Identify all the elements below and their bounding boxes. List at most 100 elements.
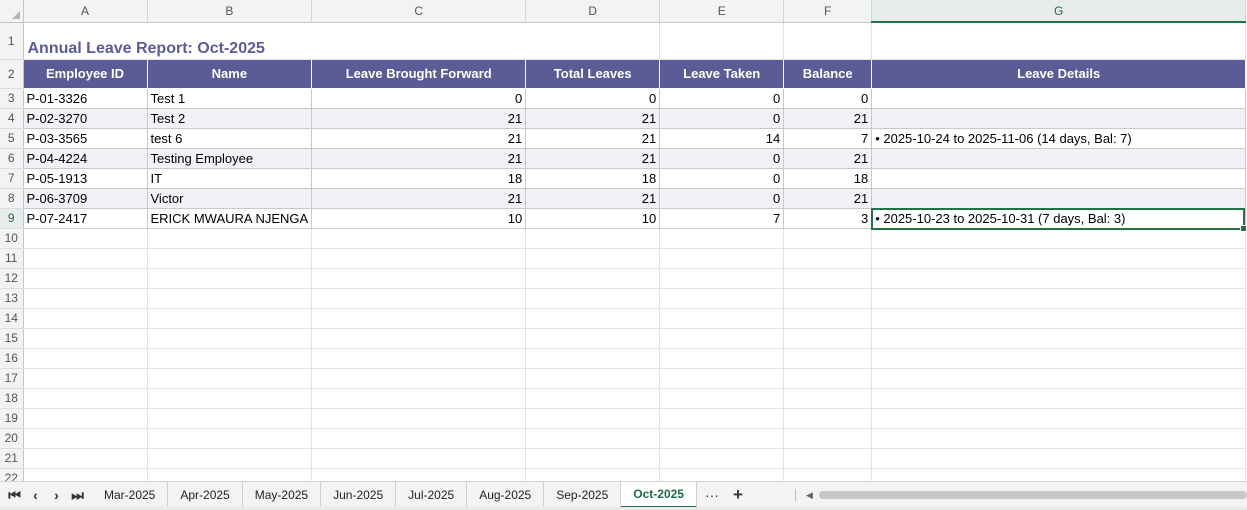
row-header[interactable]: 13 <box>0 288 24 309</box>
name-cell[interactable]: Test 1 <box>147 88 313 109</box>
cell[interactable] <box>871 308 1247 329</box>
row-header[interactable]: 11 <box>0 248 24 269</box>
cell[interactable] <box>311 288 527 309</box>
cell[interactable] <box>147 248 313 269</box>
cell[interactable] <box>871 388 1247 409</box>
header-balance[interactable]: Balance <box>783 59 873 89</box>
employee-id-cell[interactable]: P-05-1913 <box>23 168 148 189</box>
sheet-tab-oct-2025[interactable]: Oct-2025 <box>621 482 697 508</box>
cell[interactable] <box>23 348 148 369</box>
row-header[interactable]: 12 <box>0 268 24 289</box>
cell[interactable] <box>311 468 527 481</box>
brought-forward-cell[interactable]: 21 <box>311 128 527 149</box>
cell[interactable] <box>659 22 785 60</box>
cell[interactable] <box>871 248 1247 269</box>
brought-forward-cell[interactable]: 21 <box>311 188 527 209</box>
cell[interactable] <box>659 388 785 409</box>
cell[interactable] <box>23 288 148 309</box>
total-leaves-cell[interactable]: 21 <box>525 188 661 209</box>
cell[interactable] <box>147 268 313 289</box>
total-leaves-cell[interactable]: 21 <box>525 128 661 149</box>
row-header[interactable]: 1 <box>0 22 24 60</box>
leave-details-cell[interactable]: • 2025-10-24 to 2025-11-06 (14 days, Bal… <box>871 128 1247 149</box>
cell[interactable] <box>871 408 1247 429</box>
scroll-thumb[interactable] <box>818 491 1247 499</box>
cell[interactable] <box>147 448 313 469</box>
name-cell[interactable]: IT <box>147 168 313 189</box>
cell[interactable] <box>23 308 148 329</box>
cell[interactable] <box>871 268 1247 289</box>
employee-id-cell[interactable]: P-03-3565 <box>23 128 148 149</box>
row-header[interactable]: 18 <box>0 388 24 409</box>
cell[interactable] <box>871 22 1247 60</box>
tab-split-divider[interactable] <box>795 489 796 501</box>
cell[interactable] <box>311 448 527 469</box>
row-header[interactable]: 2 <box>0 59 24 89</box>
header-total-leaves[interactable]: Total Leaves <box>525 59 661 89</box>
cell[interactable] <box>525 388 661 409</box>
column-header-a[interactable]: A <box>23 0 148 23</box>
sheet-tab-aug-2025[interactable]: Aug-2025 <box>467 482 545 508</box>
cell[interactable] <box>525 228 661 249</box>
balance-cell[interactable]: 21 <box>783 148 873 169</box>
last-sheet-icon[interactable]: ⏭ <box>67 487 88 504</box>
cell[interactable] <box>871 368 1247 389</box>
total-leaves-cell[interactable]: 10 <box>525 208 661 229</box>
cell[interactable] <box>783 408 873 429</box>
column-header-c[interactable]: C <box>311 0 527 23</box>
cell[interactable] <box>783 388 873 409</box>
employee-id-cell[interactable]: P-02-3270 <box>23 108 148 129</box>
cell[interactable] <box>783 448 873 469</box>
cell[interactable] <box>311 268 527 289</box>
column-header-b[interactable]: B <box>147 0 313 23</box>
row-header[interactable]: 6 <box>0 148 24 169</box>
leave-details-cell[interactable]: • 2025-10-23 to 2025-10-31 (7 days, Bal:… <box>871 208 1247 229</box>
column-header-g[interactable]: G <box>871 0 1247 23</box>
name-cell[interactable]: Test 2 <box>147 108 313 129</box>
leave-taken-cell[interactable]: 7 <box>659 208 785 229</box>
cell[interactable] <box>659 268 785 289</box>
cell[interactable] <box>147 368 313 389</box>
cell[interactable] <box>659 408 785 429</box>
cell[interactable] <box>525 248 661 269</box>
cell[interactable] <box>783 348 873 369</box>
leave-taken-cell[interactable]: 0 <box>659 188 785 209</box>
cell[interactable] <box>23 228 148 249</box>
cell[interactable] <box>147 428 313 449</box>
row-header[interactable]: 15 <box>0 328 24 349</box>
cell[interactable] <box>525 348 661 369</box>
report-title[interactable]: Annual Leave Report: Oct-2025 <box>23 22 661 60</box>
cell[interactable] <box>783 308 873 329</box>
total-leaves-cell[interactable]: 0 <box>525 88 661 109</box>
leave-details-cell[interactable] <box>871 168 1247 189</box>
leave-taken-cell[interactable]: 0 <box>659 88 785 109</box>
cell[interactable] <box>783 468 873 481</box>
cell[interactable] <box>525 328 661 349</box>
leave-taken-cell[interactable]: 0 <box>659 108 785 129</box>
select-all-corner[interactable] <box>0 0 24 23</box>
cell[interactable] <box>147 288 313 309</box>
cell[interactable] <box>311 368 527 389</box>
balance-cell[interactable]: 21 <box>783 108 873 129</box>
horizontal-scrollbar[interactable]: ◀ <box>795 488 1247 502</box>
column-header-d[interactable]: D <box>525 0 661 23</box>
row-header[interactable]: 8 <box>0 188 24 209</box>
cell[interactable] <box>871 468 1247 481</box>
cell[interactable] <box>147 388 313 409</box>
row-header[interactable]: 5 <box>0 128 24 149</box>
row-header[interactable]: 22 <box>0 468 24 481</box>
sheet-tab-apr-2025[interactable]: Apr-2025 <box>168 482 243 508</box>
cell[interactable] <box>23 388 148 409</box>
cell[interactable] <box>659 428 785 449</box>
more-sheets-icon[interactable]: ··· <box>697 487 727 503</box>
cell[interactable] <box>525 408 661 429</box>
employee-id-cell[interactable]: P-01-3326 <box>23 88 148 109</box>
leave-details-cell[interactable] <box>871 88 1247 109</box>
cell[interactable] <box>23 328 148 349</box>
cell[interactable] <box>659 328 785 349</box>
cell[interactable] <box>525 288 661 309</box>
header-employee-id[interactable]: Employee ID <box>23 59 148 89</box>
cell[interactable] <box>23 408 148 429</box>
total-leaves-cell[interactable]: 21 <box>525 148 661 169</box>
cell[interactable] <box>659 248 785 269</box>
